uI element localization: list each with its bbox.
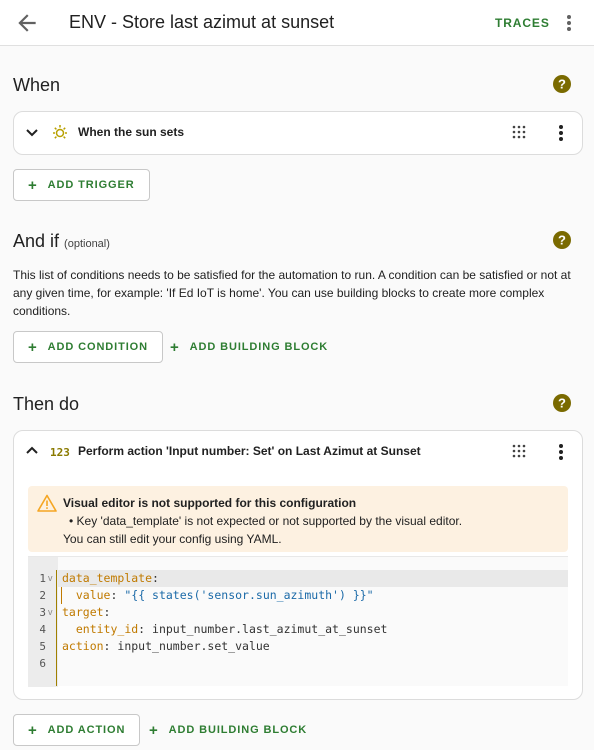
warning-title: Visual editor is not supported for this … xyxy=(63,496,357,510)
help-icon[interactable]: ? xyxy=(552,230,572,250)
add-trigger-label: ADD TRIGGER xyxy=(47,179,135,191)
plus-icon: + xyxy=(28,721,38,739)
warning-icon xyxy=(37,494,57,512)
code-line-2: value: "{{ states('sensor.sun_azimuth') … xyxy=(75,588,374,602)
code-line-1: data_template: xyxy=(62,571,159,585)
fold-icon[interactable]: v xyxy=(48,604,53,621)
visual-editor-warning: Visual editor is not supported for this … xyxy=(28,486,568,552)
and-if-title: And if xyxy=(13,231,60,251)
when-section-title: When xyxy=(13,75,61,95)
code-line-3: target: xyxy=(62,605,111,619)
svg-text:123: 123 xyxy=(50,446,70,459)
traces-button[interactable]: TRACES xyxy=(495,16,550,30)
editor-gutter: 1 v 2 3 v 4 5 6 xyxy=(28,557,58,687)
add-building-block-label: ADD BUILDING BLOCK xyxy=(168,724,308,736)
line-number: 5 xyxy=(39,640,46,653)
fold-icon[interactable]: v xyxy=(48,570,53,587)
page-title: ENV - Store last azimut at sunset xyxy=(69,12,335,32)
add-building-block-label: ADD BUILDING BLOCK xyxy=(189,341,329,353)
line-number: 6 xyxy=(39,657,46,670)
warning-bullet: • Key 'data_template' is not expected or… xyxy=(69,514,463,528)
code-area[interactable]: data_template: value: "{{ states('sensor… xyxy=(58,557,568,687)
help-icon[interactable]: ? xyxy=(552,393,572,413)
add-building-block-button[interactable]: + ADD BUILDING BLOCK xyxy=(149,714,307,746)
sunset-icon xyxy=(53,125,67,139)
action-label: Perform action 'Input number: Set' on La… xyxy=(78,444,421,458)
add-building-block-button[interactable]: + ADD BUILDING BLOCK xyxy=(170,331,328,363)
drag-handle-icon[interactable] xyxy=(512,125,526,139)
drag-handle-icon[interactable] xyxy=(512,444,526,458)
line-number: 1 xyxy=(39,572,46,585)
plus-icon: + xyxy=(28,176,38,194)
then-do-section-title: Then do xyxy=(13,394,80,414)
and-if-section-title: And if (optional) xyxy=(13,231,110,252)
line-number: 2 xyxy=(39,589,46,602)
more-vert-icon[interactable] xyxy=(554,122,568,144)
help-icon[interactable]: ? xyxy=(552,74,572,94)
add-trigger-button[interactable]: + ADD TRIGGER xyxy=(13,169,150,201)
code-line-4: entity_id: input_number.last_azimut_at_s… xyxy=(75,622,388,636)
top-app-bar: ENV - Store last azimut at sunset TRACES xyxy=(0,0,594,46)
warning-bullet-text: Key 'data_template' is not expected or n… xyxy=(76,514,463,528)
add-action-button[interactable]: + ADD ACTION xyxy=(13,714,141,746)
code-line-5: action: input_number.set_value xyxy=(62,639,270,653)
more-vert-icon[interactable] xyxy=(554,441,568,463)
svg-text:?: ? xyxy=(558,396,566,411)
yaml-editor[interactable]: 1 v 2 3 v 4 5 6 data_template: value: "{… xyxy=(28,556,568,687)
optional-label: (optional) xyxy=(64,238,110,250)
add-condition-label: ADD CONDITION xyxy=(47,341,148,353)
plus-icon: + xyxy=(170,338,180,356)
chevron-down-icon[interactable] xyxy=(24,124,40,140)
plus-icon: + xyxy=(28,338,38,356)
gutter-marker xyxy=(56,570,57,686)
line-number: 3 xyxy=(39,606,46,619)
plus-icon: + xyxy=(149,721,159,739)
svg-text:?: ? xyxy=(558,77,566,92)
conditions-description: This list of conditions needs to be sati… xyxy=(13,268,571,318)
trigger-label: When the sun sets xyxy=(78,125,185,139)
add-condition-button[interactable]: + ADD CONDITION xyxy=(13,331,163,363)
action-card-header[interactable]: 123 Perform action 'Input number: Set' o… xyxy=(14,431,582,471)
warning-footer: You can still edit your config using YAM… xyxy=(63,532,282,546)
more-vert-icon[interactable] xyxy=(558,11,580,35)
line-number: 4 xyxy=(39,623,46,636)
add-action-label: ADD ACTION xyxy=(47,724,126,736)
back-arrow-icon[interactable] xyxy=(14,10,40,36)
svg-text:?: ? xyxy=(558,233,566,248)
numeric-icon: 123 xyxy=(50,446,70,459)
chevron-up-icon[interactable] xyxy=(24,443,40,459)
trigger-card: When the sun sets xyxy=(13,111,583,155)
trigger-card-header[interactable]: When the sun sets xyxy=(14,112,582,152)
